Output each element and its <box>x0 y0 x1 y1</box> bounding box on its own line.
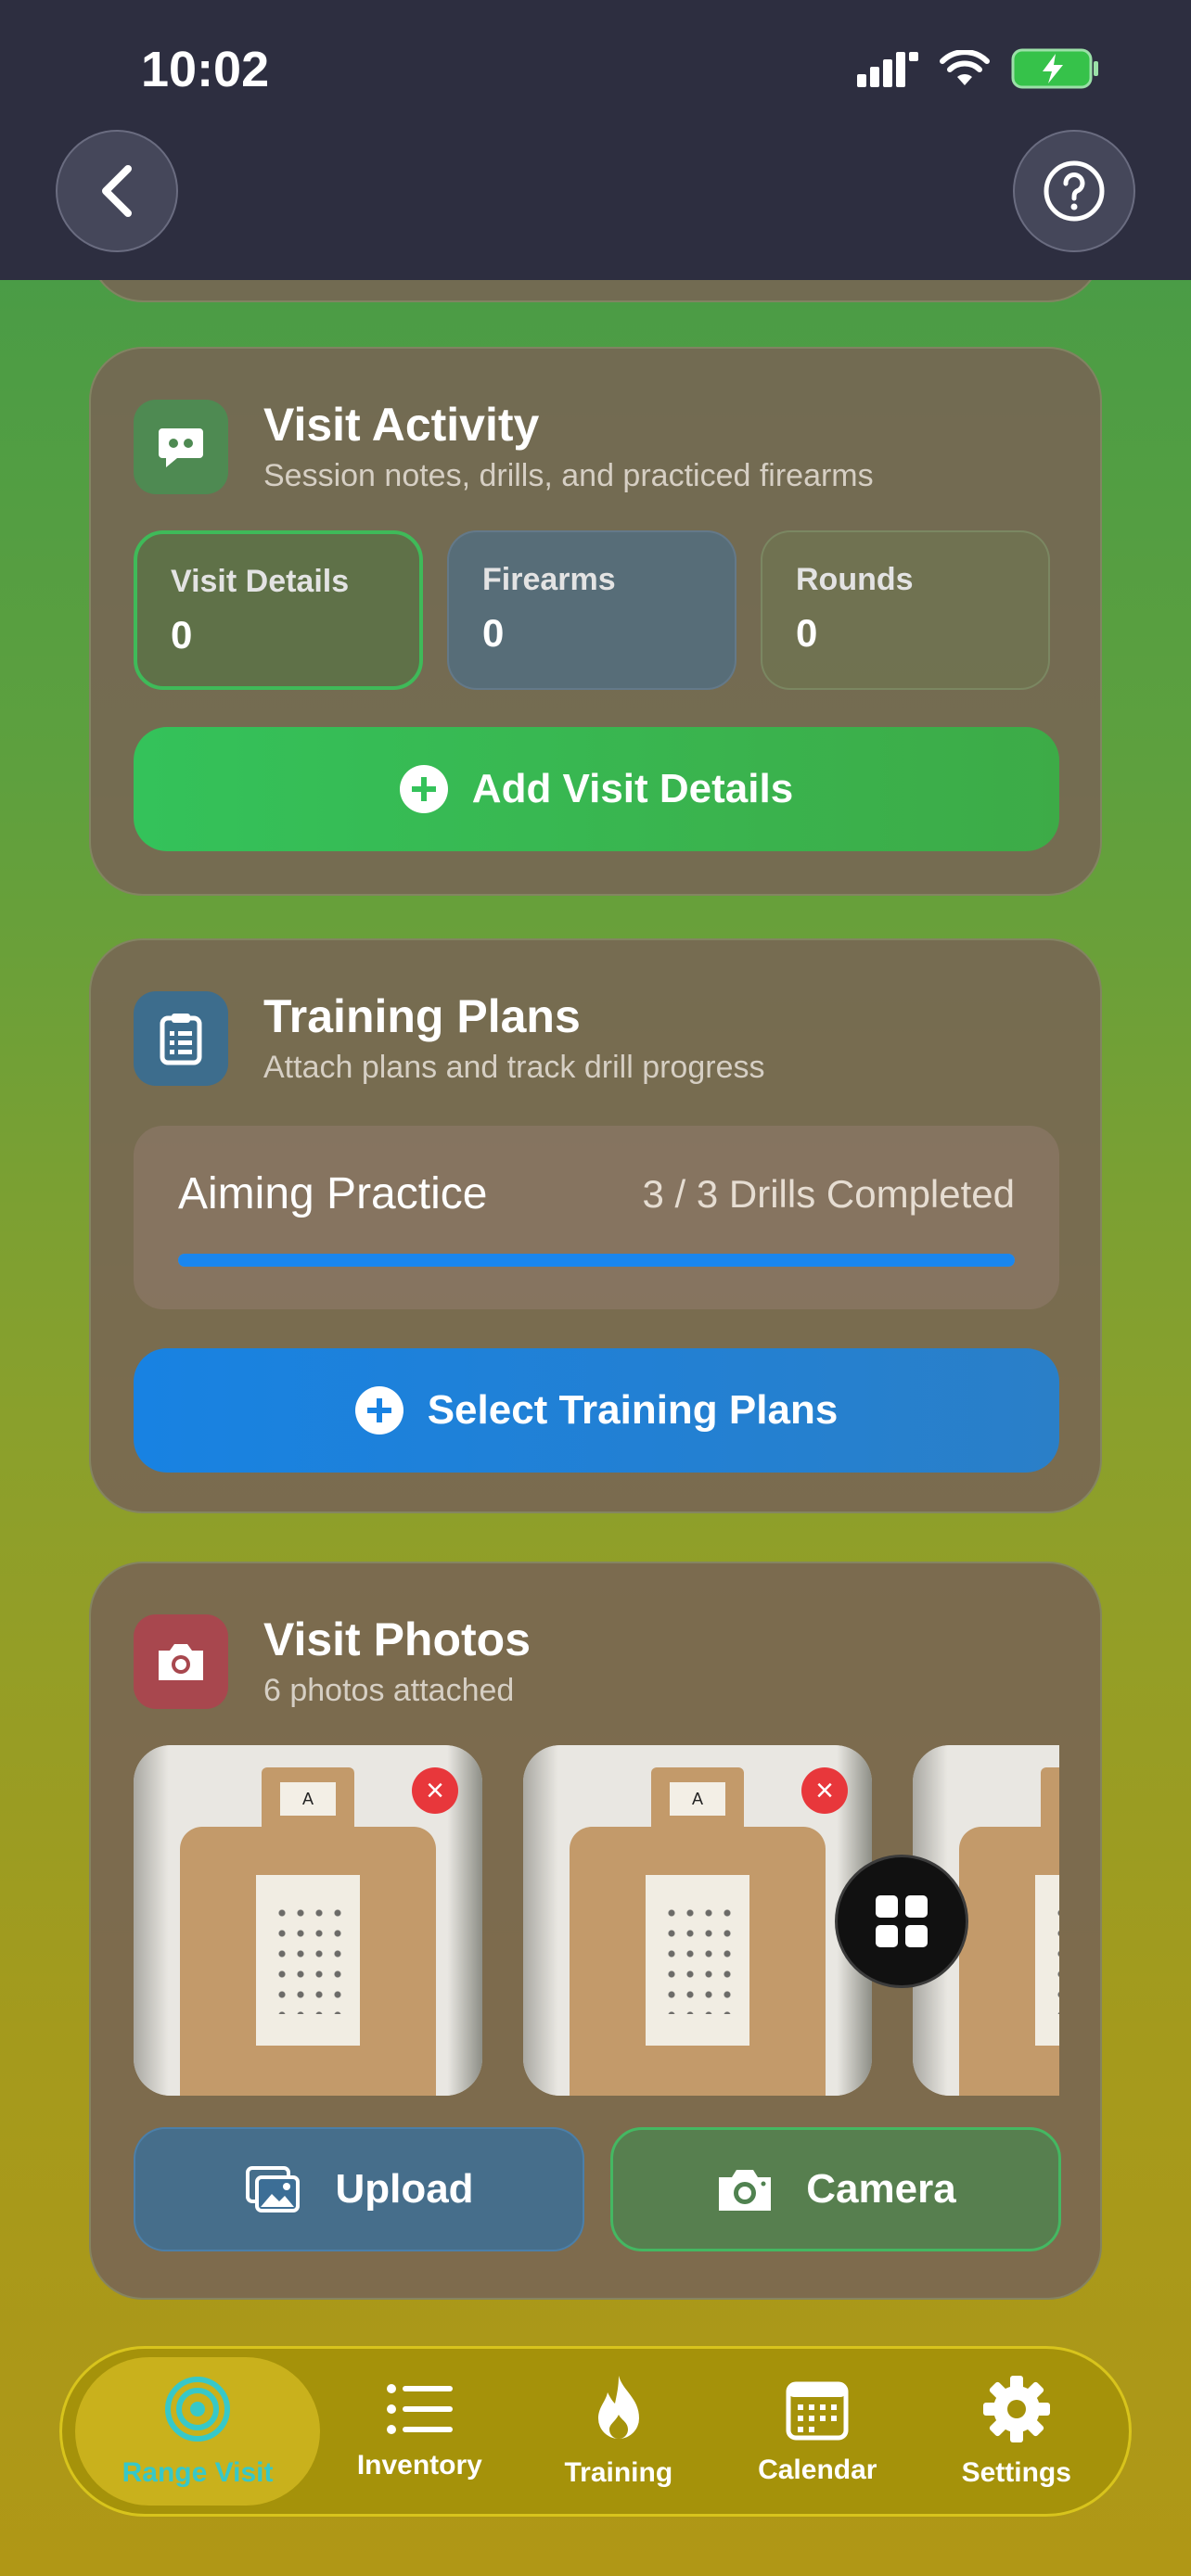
training-plans-card: Training Plans Attach plans and track dr… <box>89 938 1102 1513</box>
target-letter-a: A <box>280 1782 336 1816</box>
tab-label: Settings <box>961 2457 1071 2488</box>
select-training-plans-button[interactable]: Select Training Plans <box>134 1348 1059 1473</box>
training-plans-subtitle: Attach plans and track drill progress <box>263 1050 765 1085</box>
target-icon <box>165 2377 231 2442</box>
list-icon <box>387 2384 454 2434</box>
stat-value: 0 <box>171 613 193 657</box>
button-label: Select Training Plans <box>427 1387 839 1433</box>
camera-icon <box>134 1614 228 1709</box>
question-icon <box>1044 160 1105 222</box>
remove-photo-button[interactable]: × <box>412 1767 458 1814</box>
signal-icon <box>857 52 918 87</box>
gear-icon <box>982 2376 1050 2442</box>
chevron-left-icon <box>102 165 132 217</box>
grid-icon <box>876 1895 928 1947</box>
rounds-stat[interactable]: Rounds 0 <box>761 530 1050 690</box>
stat-label: Rounds <box>796 562 914 597</box>
stat-label: Firearms <box>482 562 616 597</box>
add-visit-details-button[interactable]: Add Visit Details <box>134 727 1059 851</box>
visit-stats: Visit Details 0 Firearms 0 Rounds 0 <box>134 530 1050 690</box>
help-button[interactable] <box>1013 130 1135 252</box>
button-label: Add Visit Details <box>471 766 794 811</box>
visit-activity-header: Visit Activity Session notes, drills, an… <box>134 397 874 497</box>
tab-range-visit[interactable]: Range Visit <box>75 2357 321 2506</box>
visit-activity-title: Visit Activity <box>263 399 540 451</box>
photos-icon <box>246 2166 301 2213</box>
calendar-icon <box>786 2381 849 2441</box>
visit-details-stat[interactable]: Visit Details 0 <box>134 530 423 690</box>
training-plans-title: Training Plans <box>263 990 581 1042</box>
tab-training[interactable]: Training <box>519 2357 718 2506</box>
stat-value: 0 <box>796 611 818 655</box>
top-bar: 10:02 <box>0 0 1191 280</box>
tab-inventory[interactable]: Inventory <box>320 2357 519 2506</box>
firearms-stat[interactable]: Firearms 0 <box>447 530 736 690</box>
camera-button[interactable]: Camera <box>610 2127 1061 2251</box>
stat-label: Visit Details <box>171 564 350 599</box>
training-plan-item[interactable]: Aiming Practice 3 / 3 Drills Completed <box>134 1126 1059 1309</box>
tab-bar: Range Visit Inventory Training Calendar <box>59 2346 1132 2517</box>
visit-activity-card: Visit Activity Session notes, drills, an… <box>89 347 1102 896</box>
training-plans-header: Training Plans Attach plans and track dr… <box>134 988 764 1089</box>
photo-thumbnail[interactable]: A × <box>134 1745 482 2096</box>
visit-photos-header: Visit Photos 6 photos attached <box>134 1612 531 1712</box>
tab-label: Training <box>564 2457 673 2488</box>
visit-photos-title: Visit Photos <box>263 1613 531 1665</box>
tab-label: Calendar <box>758 2455 877 2485</box>
plan-progress-bar <box>178 1254 1015 1267</box>
tab-settings[interactable]: Settings <box>917 2357 1116 2506</box>
stat-value: 0 <box>482 611 505 655</box>
target-letter-a: A <box>670 1782 725 1816</box>
flame-icon <box>597 2376 639 2439</box>
tab-label: Inventory <box>356 2450 482 2480</box>
status-icons <box>857 48 1100 89</box>
remove-photo-button[interactable]: × <box>801 1767 848 1814</box>
status-time: 10:02 <box>141 42 270 97</box>
button-label: Upload <box>335 2166 474 2212</box>
camera-icon <box>719 2170 772 2211</box>
wifi-icon <box>940 50 990 85</box>
plan-progress-fill <box>178 1254 1015 1267</box>
chat-bubble-icon <box>134 400 228 494</box>
clipboard-icon <box>134 991 228 1086</box>
tab-label: Range Visit <box>122 2457 274 2488</box>
plan-progress-text: 3 / 3 Drills Completed <box>642 1172 1015 1216</box>
button-label: Camera <box>806 2166 956 2212</box>
plan-name: Aiming Practice <box>178 1169 488 1218</box>
plus-icon <box>354 1386 403 1435</box>
back-button[interactable] <box>56 130 178 252</box>
grid-menu-button[interactable] <box>835 1855 968 1988</box>
visit-photos-subtitle: 6 photos attached <box>263 1673 515 1708</box>
upload-button[interactable]: Upload <box>134 2127 584 2251</box>
plus-icon <box>399 765 448 813</box>
photo-thumbnail[interactable]: A × <box>523 1745 872 2096</box>
battery-icon <box>1011 48 1098 89</box>
tab-calendar[interactable]: Calendar <box>718 2357 916 2506</box>
visit-activity-subtitle: Session notes, drills, and practiced fir… <box>263 458 874 493</box>
